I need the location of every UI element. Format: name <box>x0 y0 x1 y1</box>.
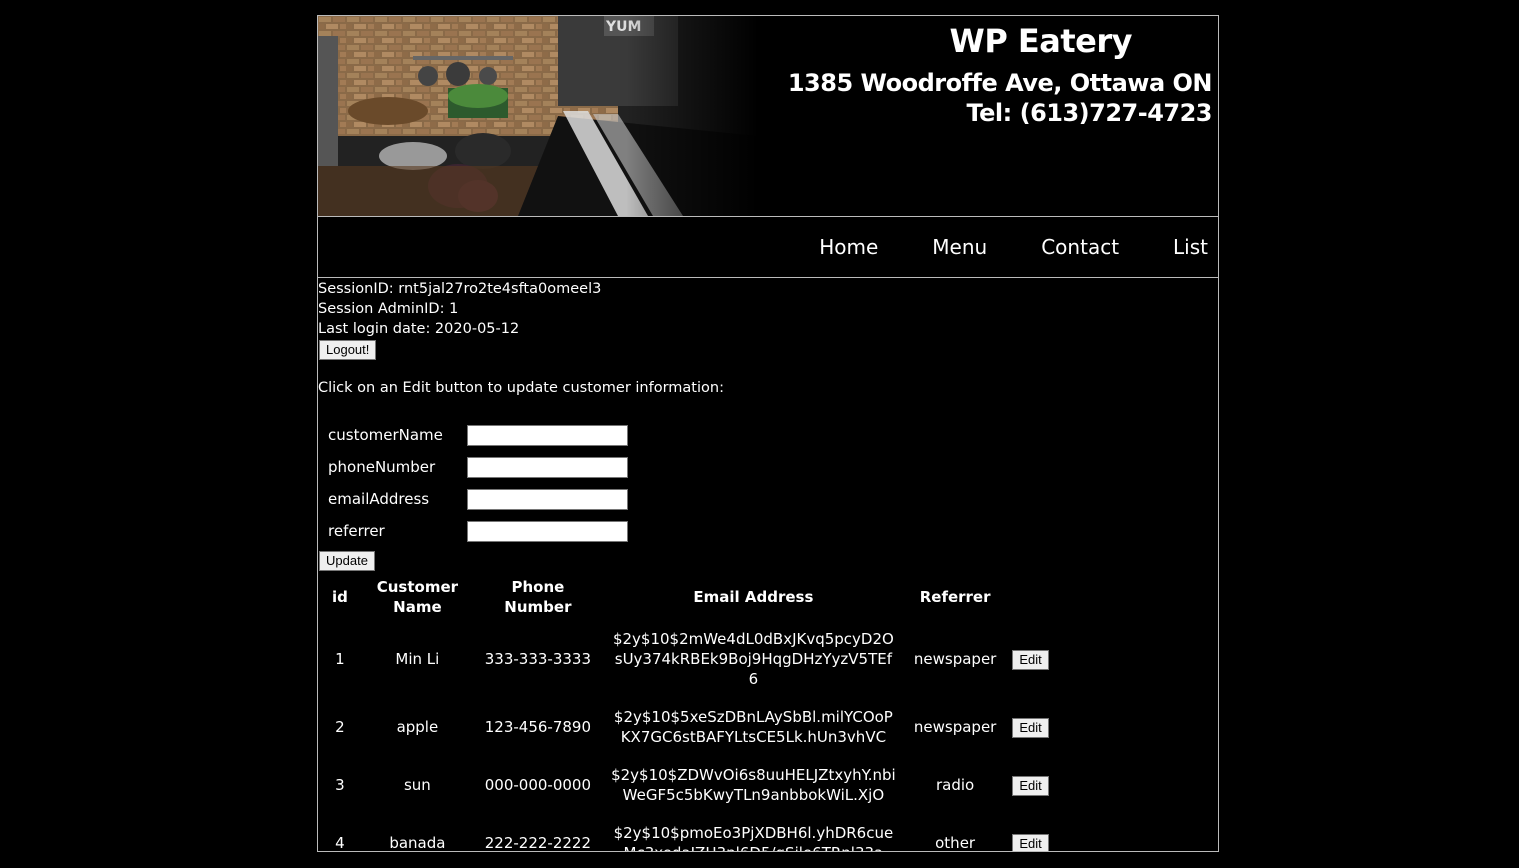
table-header-row: id Customer Name Phone Number Email Addr… <box>320 575 1057 619</box>
cell-email-address: $2y$10$2mWe4dL0dBxJKvq5pcyD2OsUy374kRBEk… <box>612 630 894 688</box>
header-text-block: WP Eatery 1385 Woodroffe Ave, Ottawa ON … <box>787 22 1213 128</box>
cell-referrer: radio <box>936 776 975 794</box>
cell-customer-name: banada <box>389 834 446 852</box>
column-header-id: id <box>332 588 348 606</box>
edit-button[interactable]: Edit <box>1012 717 1049 738</box>
column-header-customer-name: Customer Name <box>376 578 459 616</box>
cell-customer-name: apple <box>396 718 439 736</box>
cell-id: 3 <box>335 776 345 794</box>
cell-referrer: newspaper <box>913 718 997 736</box>
session-info: SessionID: rnt5jal27ro2te4sfta0omeel3 Se… <box>318 278 1218 360</box>
cell-id: 2 <box>335 718 345 736</box>
form-row-phone-number: phoneNumber <box>328 451 1218 483</box>
email-address-label: emailAddress <box>328 490 430 508</box>
phone-number: Tel: (613)727-4723 <box>966 99 1212 127</box>
column-header-actions <box>1006 575 1056 619</box>
customer-edit-form: customerName phoneNumber emailAddress re… <box>328 419 1218 547</box>
table-row: 2 apple 123-456-7890 $2y$10$5xeSzDBnLAyS… <box>320 699 1057 755</box>
cell-actions: Edit <box>1006 815 1056 851</box>
cell-phone-number: 222-222-2222 <box>484 834 592 852</box>
nav-contact[interactable]: Contact <box>1014 235 1146 259</box>
cell-actions: Edit <box>1006 621 1056 697</box>
customer-name-label: customerName <box>328 426 443 444</box>
last-login-date: Last login date: 2020-05-12 <box>318 321 520 337</box>
cell-customer-name: sun <box>403 776 431 794</box>
cell-phone-number: 123-456-7890 <box>484 718 592 736</box>
form-row-customer-name: customerName <box>328 419 1218 451</box>
referrer-label: referrer <box>328 522 385 540</box>
banner-image: YUM <box>318 16 758 216</box>
edit-button[interactable]: Edit <box>1012 775 1049 796</box>
referrer-input[interactable] <box>467 520 628 542</box>
cell-customer-name: Min Li <box>395 650 440 668</box>
column-header-phone-number: Phone Number <box>504 578 572 616</box>
cell-phone-number: 333-333-3333 <box>484 650 592 668</box>
form-row-referrer: referrer <box>328 515 1218 547</box>
cell-actions: Edit <box>1006 699 1056 755</box>
nav-home[interactable]: Home <box>792 235 905 259</box>
column-header-referrer: Referrer <box>919 588 991 606</box>
column-header-email-address: Email Address <box>693 588 814 606</box>
logout-button[interactable]: Logout! <box>319 340 377 360</box>
cell-phone-number: 000-000-0000 <box>484 776 592 794</box>
cell-id: 4 <box>335 834 345 852</box>
page-wrapper: YUM WP Eatery 1385 <box>317 15 1219 852</box>
update-button[interactable]: Update <box>319 551 375 571</box>
session-id: SessionID: rnt5jal27ro2te4sfta0omeel3 <box>318 281 602 297</box>
email-address-input[interactable] <box>467 488 628 510</box>
cell-id: 1 <box>335 650 345 668</box>
instruction-text: Click on an Edit button to update custom… <box>318 380 724 396</box>
cell-referrer: newspaper <box>913 650 997 668</box>
nav-list[interactable]: List <box>1146 235 1218 259</box>
main-content: SessionID: rnt5jal27ro2te4sfta0omeel3 Se… <box>318 278 1218 852</box>
table-row: 1 Min Li 333-333-3333 $2y$10$2mWe4dL0dBx… <box>320 621 1057 697</box>
cell-referrer: other <box>935 834 976 852</box>
phone-number-label: phoneNumber <box>328 458 436 476</box>
cell-email-address: $2y$10$ZDWvOi6s8uuHELJZtxyhY.nbiWeGF5c5b… <box>611 766 896 804</box>
table-row: 3 sun 000-000-0000 $2y$10$ZDWvOi6s8uuHEL… <box>320 757 1057 813</box>
session-admin-id: Session AdminID: 1 <box>318 301 459 317</box>
site-title: WP Eatery <box>949 22 1133 60</box>
customer-table: id Customer Name Phone Number Email Addr… <box>318 573 1059 852</box>
main-nav: Home Menu Contact List <box>318 217 1218 278</box>
phone-number-input[interactable] <box>467 456 628 478</box>
cell-email-address: $2y$10$5xeSzDBnLAySbBl.milYCOoPKX7GC6stB… <box>613 708 893 746</box>
cell-actions: Edit <box>1006 757 1056 813</box>
edit-button[interactable]: Edit <box>1012 833 1049 851</box>
nav-menu[interactable]: Menu <box>905 235 1014 259</box>
form-row-email-address: emailAddress <box>328 483 1218 515</box>
site-header: YUM WP Eatery 1385 <box>318 16 1218 217</box>
cell-email-address: $2y$10$pmoEo3PjXDBH6l.yhDR6cueMc3xedaJZH… <box>613 824 894 851</box>
edit-button[interactable]: Edit <box>1012 649 1049 670</box>
table-row: 4 banada 222-222-2222 $2y$10$pmoEo3PjXDB… <box>320 815 1057 852</box>
customer-name-input[interactable] <box>467 424 628 446</box>
address: 1385 Woodroffe Ave, Ottawa ON <box>787 69 1213 97</box>
